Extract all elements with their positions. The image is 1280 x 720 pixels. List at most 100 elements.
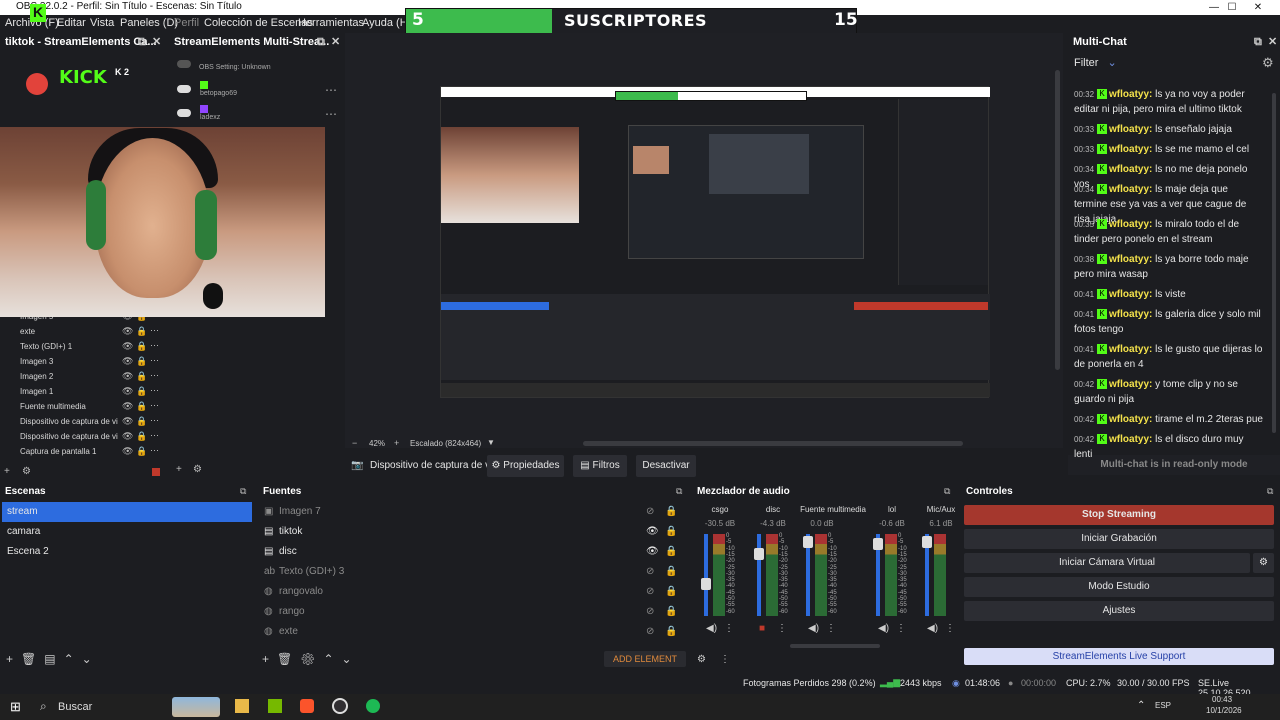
language-indicator[interactable]: ESP [1155, 701, 1171, 710]
eye-hidden-icon[interactable]: ⊘ [646, 502, 654, 522]
start-virtual-camera-button[interactable]: Iniciar Cámara Virtual [964, 553, 1250, 573]
list-item[interactable]: Dispositivo de captura de video👁🔒⋯ [0, 415, 165, 430]
se-live-support-button[interactable]: StreamElements Live Support [964, 648, 1274, 665]
file-explorer-icon[interactable] [235, 699, 249, 713]
list-item[interactable]: exte 👁 🔒 ⋯ [0, 325, 165, 340]
settings-button[interactable]: Ajustes [964, 601, 1274, 621]
volume-fader-handle[interactable] [873, 538, 883, 550]
more-icon[interactable]: ⋮ [720, 654, 730, 665]
virtual-cam-settings-icon[interactable]: ⚙ [1253, 553, 1274, 573]
tray-chevron-icon[interactable]: ⌃ [1137, 700, 1145, 711]
mute-icon[interactable]: ■ [759, 623, 765, 634]
lock-icon[interactable]: 🔒 [665, 502, 677, 522]
float-icon[interactable]: ⧉ [317, 33, 325, 51]
list-item[interactable]: Imagen 1 👁 🔒 ⋯ [0, 385, 165, 400]
add-icon[interactable]: + [4, 466, 10, 477]
eye-hidden-icon[interactable]: ⊘ [646, 582, 654, 602]
list-item[interactable]: Imagen 2 👁 🔒 ⋯ [0, 370, 165, 385]
source-item-texto-gdi-3[interactable]: ab Texto (GDI+) 3 ⊘ 🔒 [258, 562, 686, 582]
volume-fader-handle[interactable] [803, 536, 813, 548]
list-item[interactable]: Imagen 3 👁 🔒 ⋯ [0, 355, 165, 370]
menu-paneles[interactable]: Paneles (D) [120, 17, 178, 29]
mute-icon[interactable]: ◀) [808, 623, 819, 634]
source-item-exte[interactable]: ◍ exte ⊘ 🔒 [258, 622, 686, 642]
close-icon[interactable]: ✕ [152, 33, 161, 51]
mute-icon[interactable]: ◀) [927, 623, 938, 634]
lock-icon[interactable]: 🔒 [665, 522, 677, 542]
chat-scrollbar[interactable] [1272, 93, 1276, 433]
toggle-switch[interactable] [177, 85, 191, 93]
zoom-out-button[interactable]: − [352, 438, 357, 448]
source-item-imagen-7[interactable]: ▣ Imagen 7 ⊘ 🔒 [258, 502, 686, 522]
more-icon[interactable]: ⋯ [325, 83, 337, 97]
gear-icon[interactable]: ⚙ [22, 466, 31, 477]
chevron-up-icon[interactable]: ⌃ [64, 652, 82, 666]
float-icon[interactable]: ⧉ [1254, 33, 1262, 51]
filter-dropdown[interactable]: Filter ⌄ [1074, 56, 1117, 69]
close-button[interactable]: ✕ [1236, 0, 1280, 15]
mute-icon[interactable]: ◀) [878, 623, 889, 634]
mute-icon[interactable]: ◀) [706, 623, 717, 634]
add-icon[interactable]: + [176, 464, 182, 475]
mixer-settings-icon[interactable]: ⚙ [697, 654, 706, 665]
eye-hidden-icon[interactable]: ⊘ [646, 562, 654, 582]
menu-perfil[interactable]: Perfil [174, 17, 199, 29]
stop-streaming-button[interactable]: Stop Streaming [964, 505, 1274, 525]
source-item-rango[interactable]: ◍ rango ⊘ 🔒 [258, 602, 686, 622]
add-element-button[interactable]: ADD ELEMENT [604, 651, 686, 667]
source-item-tiktok[interactable]: ▤ tiktok 👁 🔒 [258, 522, 686, 542]
float-icon[interactable]: ⧉ [1267, 486, 1273, 497]
volume-fader-track[interactable] [704, 534, 708, 616]
scene-item-stream[interactable]: stream [2, 502, 252, 522]
lock-icon[interactable]: 🔒 [665, 542, 677, 562]
more-icon[interactable]: ⋮ [945, 623, 955, 634]
brave-icon[interactable] [300, 699, 314, 713]
lock-icon[interactable]: 🔒 [665, 582, 677, 602]
eye-icon[interactable]: 👁 [646, 522, 659, 542]
properties-button[interactable]: ⚙ Propiedades [487, 455, 564, 477]
volume-fader-handle[interactable] [701, 578, 711, 590]
menu-herramientas[interactable]: Herramientas [298, 17, 364, 29]
menu-coleccion-escenas[interactable]: Colección de Escenas [204, 17, 313, 29]
trash-icon[interactable]: 🗑 [21, 652, 44, 666]
toggle-switch[interactable] [177, 60, 191, 68]
obs-icon[interactable] [332, 698, 348, 714]
add-icon[interactable]: + [6, 652, 21, 666]
list-item[interactable]: Captura de pantalla 1 👁 🔒 ⋯ [0, 445, 165, 460]
float-icon[interactable]: ⧉ [138, 33, 146, 51]
lock-icon[interactable]: 🔒 [665, 602, 677, 622]
gear-icon[interactable]: ⚙ [193, 464, 202, 475]
eye-hidden-icon[interactable]: ⊘ [646, 622, 654, 642]
toggle-switch[interactable] [177, 109, 191, 117]
mixer-scrollbar[interactable] [790, 644, 880, 648]
scaled-dropdown[interactable]: Escalado (824x464) [410, 439, 481, 448]
eye-hidden-icon[interactable]: ⊘ [646, 602, 654, 622]
studio-mode-button[interactable]: Modo Estudio [964, 577, 1274, 597]
chevron-down-icon[interactable]: ⌄ [82, 652, 100, 666]
gear-icon[interactable]: ⚙ [300, 652, 323, 666]
close-icon[interactable]: ✕ [1268, 33, 1277, 51]
volume-fader-handle[interactable] [922, 536, 932, 548]
more-icon[interactable]: ⋮ [826, 623, 836, 634]
float-icon[interactable]: ⧉ [240, 486, 246, 497]
source-item-disc[interactable]: ▤ disc 👁 🔒 [258, 542, 686, 562]
volume-fader-handle[interactable] [754, 548, 764, 560]
deactivate-button[interactable]: Desactivar [636, 455, 696, 477]
more-icon[interactable]: ⋯ [325, 107, 337, 121]
start-recording-button[interactable]: Iniciar Grabación [964, 529, 1274, 549]
list-item[interactable]: Texto (GDI+) 1 👁 🔒 ⋯ [0, 340, 165, 355]
search-icon[interactable]: ⌕ [40, 699, 47, 714]
menu-editar[interactable]: Editar [57, 17, 86, 29]
list-item[interactable]: Dispositivo de captura de video👁🔒⋯ [0, 430, 165, 445]
scene-item-escena-2[interactable]: Escena 2 [2, 542, 252, 562]
windows-start-icon[interactable]: ⊞ [10, 699, 21, 715]
more-icon[interactable]: ⋮ [777, 623, 787, 634]
gear-icon[interactable]: ⚙ [1262, 55, 1274, 71]
more-icon[interactable]: ⋮ [896, 623, 906, 634]
taskbar-search[interactable]: Buscar [58, 701, 92, 713]
filters-button[interactable]: ▤ Filtros [573, 455, 627, 477]
filter-icon[interactable]: ▤ [44, 652, 63, 666]
lock-icon[interactable]: 🔒 [665, 622, 677, 642]
add-icon[interactable]: + [262, 652, 277, 666]
trash-icon[interactable]: 🗑 [277, 652, 300, 666]
